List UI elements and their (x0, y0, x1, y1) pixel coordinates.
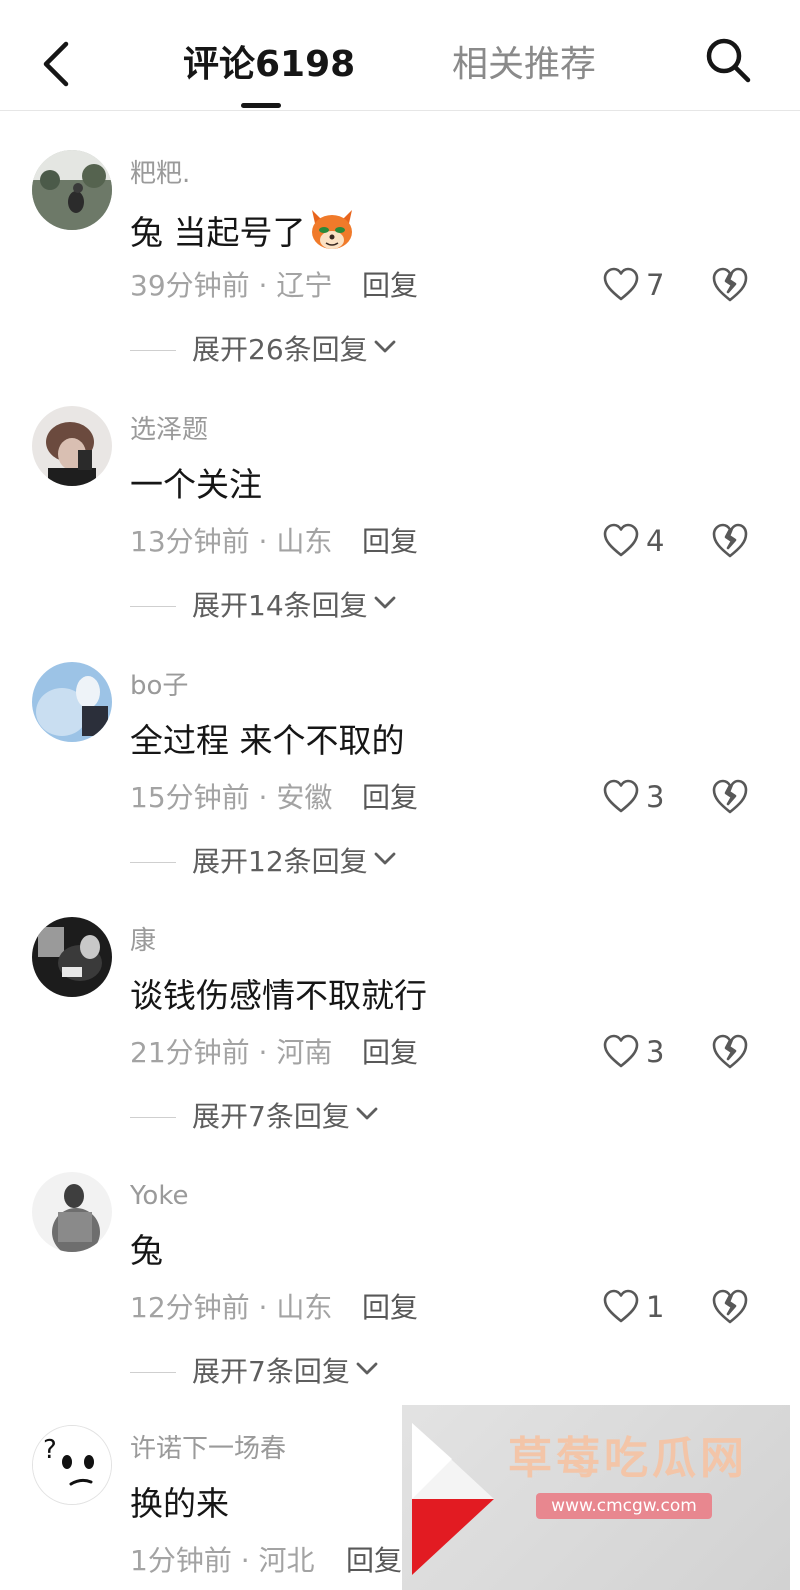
reply-button[interactable]: 回复 (346, 1541, 402, 1581)
comment-time-location: 15分钟前 · 安徽 (130, 781, 333, 814)
broken-heart-icon (712, 1034, 748, 1069)
chevron-down-icon (374, 852, 396, 865)
dislike-button[interactable] (710, 264, 750, 304)
expand-replies-text: 展开14条回复 (192, 589, 368, 622)
tab-related-recommendations[interactable]: 相关推荐 (452, 40, 596, 90)
divider-line (130, 862, 176, 863)
reply-button[interactable]: 回复 (362, 522, 418, 562)
comment-text: 兔 (130, 1231, 163, 1270)
comment-text: 全过程 来个不取的 (130, 721, 405, 760)
comment-time-location: 12分钟前 · 山东 (130, 1291, 333, 1324)
heart-icon (603, 1289, 639, 1323)
avatar[interactable] (32, 1172, 112, 1252)
comment-time-location: 13分钟前 · 山东 (130, 525, 333, 558)
chevron-down-icon (356, 1362, 378, 1375)
heart-icon (603, 779, 639, 813)
chevron-down-icon (356, 1107, 378, 1120)
comment-username[interactable]: bo子 (130, 668, 188, 704)
heart-icon (603, 267, 639, 301)
dislike-button[interactable] (710, 776, 750, 816)
chevron-left-icon (43, 41, 69, 87)
comment-item: Yoke 兔 12分钟前 · 山东 回复 1 展开7条回复 (0, 1172, 800, 1428)
avatar[interactable]: ? (32, 1425, 112, 1505)
tab-comments[interactable]: 评论6198 (183, 40, 355, 90)
comment-username[interactable]: 许诺下一场春 (130, 1431, 286, 1467)
chevron-down-icon (374, 340, 396, 353)
fox-face-emoji-icon (311, 210, 352, 249)
reply-button[interactable]: 回复 (362, 778, 418, 818)
broken-heart-icon (712, 267, 748, 302)
search-button[interactable] (702, 34, 754, 86)
active-tab-indicator (241, 103, 281, 108)
dislike-button[interactable] (710, 1286, 750, 1326)
heart-icon (603, 1034, 639, 1068)
comment-username[interactable]: 选泽题 (130, 412, 208, 448)
broken-heart-icon (712, 779, 748, 814)
comment-item: bo子 全过程 来个不取的 15分钟前 · 安徽 回复 3 展开12条回复 (0, 662, 800, 918)
comment-time-location: 21分钟前 · 河南 (130, 1036, 333, 1069)
like-count: 3 (646, 1035, 665, 1069)
comment-text: 兔 当起号了 (130, 206, 356, 256)
expand-replies-label: 展开7条回复 (192, 1352, 380, 1392)
play-logo-icon (412, 1423, 494, 1575)
expand-replies-text: 展开7条回复 (192, 1355, 350, 1388)
svg-text:?: ? (43, 1435, 57, 1465)
like-count: 7 (646, 268, 665, 302)
expand-replies-label: 展开7条回复 (192, 1097, 380, 1137)
comment-text-content: 兔 当起号了 (130, 213, 306, 252)
top-bar: 评论6198 相关推荐 (0, 0, 800, 111)
divider-line (130, 350, 176, 351)
broken-heart-icon (712, 1289, 748, 1324)
like-count: 1 (646, 1290, 665, 1324)
watermark-url: www.cmcgw.com (536, 1493, 712, 1519)
reply-button[interactable]: 回复 (362, 266, 418, 306)
divider-line (130, 1117, 176, 1118)
reply-button[interactable]: 回复 (362, 1033, 418, 1073)
comment-text: 换的来 (130, 1484, 229, 1523)
expand-replies-label: 展开12条回复 (192, 842, 398, 882)
watermark-title: 草莓吃瓜网 (508, 1433, 748, 1484)
comment-item: 康 谈钱伤感情不取就行 21分钟前 · 河南 回复 3 展开7条回复 (0, 917, 800, 1173)
expand-replies-text: 展开7条回复 (192, 1100, 350, 1133)
expand-replies-label: 展开14条回复 (192, 586, 398, 626)
avatar[interactable] (32, 917, 112, 997)
avatar[interactable] (32, 150, 112, 230)
avatar[interactable] (32, 662, 112, 742)
comment-text: 一个关注 (130, 465, 262, 504)
chevron-down-icon (374, 596, 396, 609)
divider-line (130, 1372, 176, 1373)
comment-username[interactable]: Yoke (130, 1178, 188, 1214)
dislike-button[interactable] (710, 520, 750, 560)
reply-button[interactable]: 回复 (362, 1288, 418, 1328)
expand-replies-label: 展开26条回复 (192, 330, 398, 370)
comment-item: 选泽题 一个关注 13分钟前 · 山东 回复 4 展开14条回复 (0, 406, 800, 662)
comment-item: 粑粑. 兔 当起号了 39分钟前 · 辽宁 回复 7 展开26条回复 (0, 150, 800, 406)
expand-replies-text: 展开26条回复 (192, 333, 368, 366)
like-count: 3 (646, 780, 665, 814)
expand-replies-text: 展开12条回复 (192, 845, 368, 878)
comment-username[interactable]: 粑粑. (130, 156, 190, 192)
comment-time-location: 1分钟前 · 河北 (130, 1544, 315, 1577)
comment-text: 谈钱伤感情不取就行 (130, 976, 427, 1015)
comment-time-location: 39分钟前 · 辽宁 (130, 269, 333, 302)
like-count: 4 (646, 524, 665, 558)
back-button[interactable] (36, 38, 76, 90)
heart-icon (603, 523, 639, 557)
comment-username[interactable]: 康 (130, 923, 156, 959)
search-icon (706, 38, 751, 83)
divider-line (130, 606, 176, 607)
avatar[interactable] (32, 406, 112, 486)
watermark-overlay: 草莓吃瓜网 www.cmcgw.com (402, 1405, 790, 1590)
broken-heart-icon (712, 523, 748, 558)
dislike-button[interactable] (710, 1031, 750, 1071)
